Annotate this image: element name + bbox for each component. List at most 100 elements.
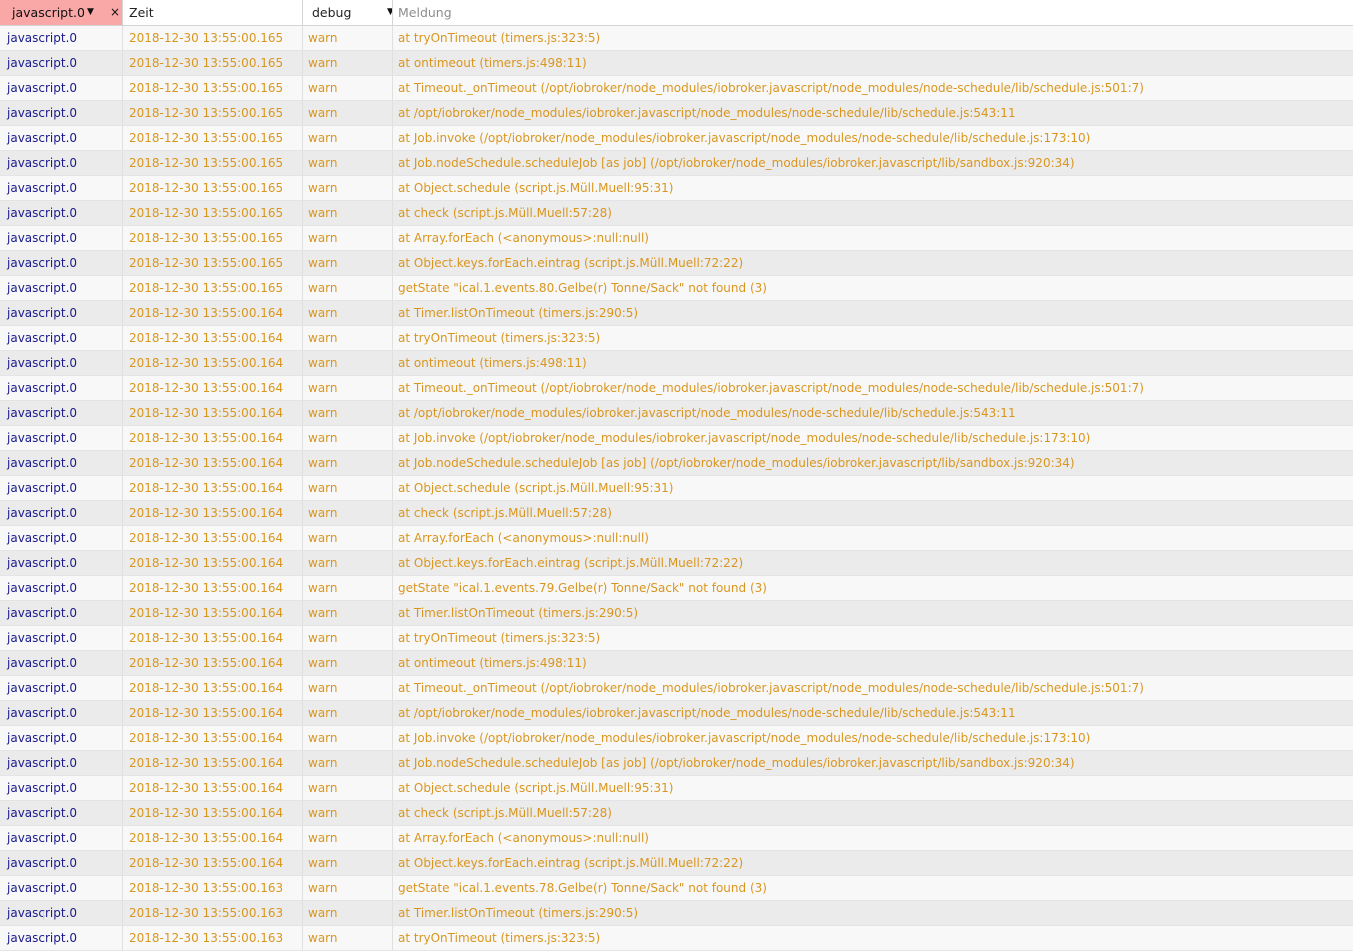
source-cell: javascript.0 (0, 201, 123, 225)
source-cell: javascript.0 (0, 376, 123, 400)
table-row[interactable]: javascript.0 2018-12-30 13:55:00.165 warn a… (0, 176, 1353, 201)
table-row[interactable]: javascript.0 2018-12-30 13:55:00.165 warn a… (0, 76, 1353, 101)
level-cell: warn (303, 526, 393, 550)
table-row[interactable]: javascript.0 2018-12-30 13:55:00.164 warn a… (0, 676, 1353, 701)
level-cell: warn (303, 226, 393, 250)
level-cell: warn (303, 851, 393, 875)
time-column-header[interactable]: Zeit (123, 0, 303, 25)
table-row[interactable]: javascript.0 2018-12-30 13:55:00.163 warn g… (0, 876, 1353, 901)
source-cell: javascript.0 (0, 601, 123, 625)
table-row[interactable]: javascript.0 2018-12-30 13:55:00.164 warn a… (0, 476, 1353, 501)
table-row[interactable]: javascript.0 2018-12-30 13:55:00.165 warn a… (0, 101, 1353, 126)
source-filter-label: javascript.0 (12, 5, 85, 20)
table-row[interactable]: javascript.02018-12-30 13:55:00.163warna… (0, 926, 1353, 951)
source-cell: javascript.0 (0, 226, 123, 250)
table-row[interactable]: javascript.0 2018-12-30 13:55:00.164 warn a… (0, 526, 1353, 551)
table-row[interactable]: javascript.0 2018-12-30 13:55:00.165 warn a… (0, 251, 1353, 276)
time-cell: 2018-12-30 13:55:00.165 (123, 201, 303, 225)
table-row[interactable]: javascript.02018-12-30 13:55:00.163warna… (0, 901, 1353, 926)
message-cell: at Job.invoke (/opt/iobroker/node_module… (398, 431, 1091, 445)
source-cell: javascript.0 (0, 851, 123, 875)
close-icon[interactable]: × (110, 0, 120, 25)
time-cell: 2018-12-30 13:55:00.164 (123, 476, 303, 500)
table-row[interactable]: javascript.0 2018-12-30 13:55:00.165 warn a… (0, 51, 1353, 76)
source-cell: javascript.0 (0, 876, 123, 900)
time-cell: 2018-12-30 13:55:00.165 (123, 251, 303, 275)
message-cell: at tryOnTimeout (timers.js:323:5) (398, 631, 601, 645)
message-cell: at Object.schedule (script.js.Müll.Muell… (398, 181, 674, 195)
table-row[interactable]: javascript.0 2018-12-30 13:55:00.165 warn g… (0, 276, 1353, 301)
table-row[interactable]: javascript.0 2018-12-30 13:55:00.164 warn a… (0, 801, 1353, 826)
level-cell: warn (303, 151, 393, 175)
table-row[interactable]: javascript.0 2018-12-30 13:55:00.164 warn a… (0, 776, 1353, 801)
time-cell: 2018-12-30 13:55:00.164 (123, 851, 303, 875)
level-cell: warn (303, 576, 393, 600)
table-row[interactable]: javascript.0 2018-12-30 13:55:00.164 warn a… (0, 701, 1353, 726)
table-row[interactable]: javascript.0 2018-12-30 13:55:00.164 warn a… (0, 426, 1353, 451)
table-row[interactable]: javascript.0 2018-12-30 13:55:00.165 warn a… (0, 26, 1353, 51)
table-row[interactable]: javascript.0 2018-12-30 13:55:00.164 warn a… (0, 826, 1353, 851)
source-cell: javascript.0 (0, 451, 123, 475)
message-cell: at Job.nodeSchedule.scheduleJob [as job]… (398, 456, 1075, 470)
level-cell: warn (303, 26, 393, 50)
level-cell: warn (303, 76, 393, 100)
level-cell: warn (303, 426, 393, 450)
message-cell: at Timer.listOnTimeout (timers.js:290:5) (398, 306, 639, 320)
time-cell: 2018-12-30 13:55:00.164 (123, 551, 303, 575)
level-cell: warn (303, 676, 393, 700)
source-cell: javascript.0 (0, 151, 123, 175)
table-row[interactable]: javascript.0 2018-12-30 13:55:00.164 warn a… (0, 501, 1353, 526)
table-row[interactable]: javascript.0 2018-12-30 13:55:00.165 warn a… (0, 151, 1353, 176)
table-row[interactable]: javascript.0 2018-12-30 13:55:00.164 warn a… (0, 451, 1353, 476)
message-cell: at Timeout._onTimeout (/opt/iobroker/nod… (398, 381, 1144, 395)
divider (43, 912, 44, 920)
level-filter[interactable]: debug ▼ (303, 0, 393, 25)
message-cell: at ontimeout (timers.js:498:11) (398, 56, 587, 70)
table-row[interactable]: javascript.0 2018-12-30 13:55:00.164 warn a… (0, 626, 1353, 651)
source-cell: javascript.0 (0, 426, 123, 450)
time-cell: 2018-12-30 13:55:00.164 (123, 301, 303, 325)
time-cell: 2018-12-30 13:55:00.165 (123, 151, 303, 175)
source-cell: javascript.0 (0, 501, 123, 525)
level-cell: warn (303, 926, 393, 950)
message-cell: at /opt/iobroker/node_modules/iobroker.j… (398, 706, 1016, 720)
level-cell: warn (303, 626, 393, 650)
source-cell: javascript.0 (0, 401, 123, 425)
source-cell: javascript.0 (0, 326, 123, 350)
source-cell: javascript.0 (0, 26, 123, 50)
table-row[interactable]: javascript.0 2018-12-30 13:55:00.164 warn g… (0, 576, 1353, 601)
message-filter-input[interactable]: Meldung (393, 0, 1353, 25)
source-cell: javascript.0 (0, 51, 123, 75)
table-row[interactable]: javascript.0 2018-12-30 13:55:00.164 warn a… (0, 751, 1353, 776)
table-row[interactable]: javascript.0 2018-12-30 13:55:00.164 warn a… (0, 651, 1353, 676)
source-cell: javascript.0 (0, 176, 123, 200)
level-cell: warn (303, 726, 393, 750)
time-cell: 2018-12-30 13:55:00.164 (123, 701, 303, 725)
table-row[interactable]: javascript.0 2018-12-30 13:55:00.164 warn a… (0, 376, 1353, 401)
table-row[interactable]: javascript.0 2018-12-30 13:55:00.164 warn a… (0, 551, 1353, 576)
level-cell: warn (303, 451, 393, 475)
table-row[interactable]: javascript.0 2018-12-30 13:55:00.164 warn a… (0, 301, 1353, 326)
message-cell: at Object.keys.forEach.eintrag (script.j… (398, 256, 744, 270)
table-row[interactable]: javascript.0 2018-12-30 13:55:00.164 warn a… (0, 726, 1353, 751)
table-row[interactable]: javascript.0 2018-12-30 13:55:00.164 warn a… (0, 401, 1353, 426)
message-cell: at tryOnTimeout (timers.js:323:5) (398, 931, 601, 945)
chevron-down-icon[interactable]: ▼ (87, 0, 94, 25)
table-row[interactable]: javascript.0 2018-12-30 13:55:00.164 warn a… (0, 351, 1353, 376)
source-cell: javascript.0 (0, 776, 123, 800)
message-cell: getState "ical.1.events.78.Gelbe(r) Tonn… (398, 881, 767, 895)
level-cell: warn (303, 601, 393, 625)
table-row[interactable]: javascript.0 2018-12-30 13:55:00.164 warn a… (0, 601, 1353, 626)
time-cell: 2018-12-30 13:55:00.164 (123, 401, 303, 425)
time-cell: 2018-12-30 13:55:00.165 (123, 76, 303, 100)
table-row[interactable]: javascript.0 2018-12-30 13:55:00.164 warn a… (0, 851, 1353, 876)
source-filter[interactable]: javascript.0 ▼ × (0, 0, 123, 25)
table-row[interactable]: javascript.0 2018-12-30 13:55:00.164 warn a… (0, 326, 1353, 351)
time-cell: 2018-12-30 13:55:00.164 (123, 501, 303, 525)
table-row[interactable]: javascript.0 2018-12-30 13:55:00.165 warn a… (0, 126, 1353, 151)
table-row[interactable]: javascript.0 2018-12-30 13:55:00.165 warn a… (0, 226, 1353, 251)
table-row[interactable]: javascript.0 2018-12-30 13:55:00.165 warn a… (0, 201, 1353, 226)
time-cell: 2018-12-30 13:55:00.165 (123, 101, 303, 125)
message-cell: at check (script.js.Müll.Muell:57:28) (398, 506, 612, 520)
message-cell: at Timeout._onTimeout (/opt/iobroker/nod… (398, 681, 1144, 695)
